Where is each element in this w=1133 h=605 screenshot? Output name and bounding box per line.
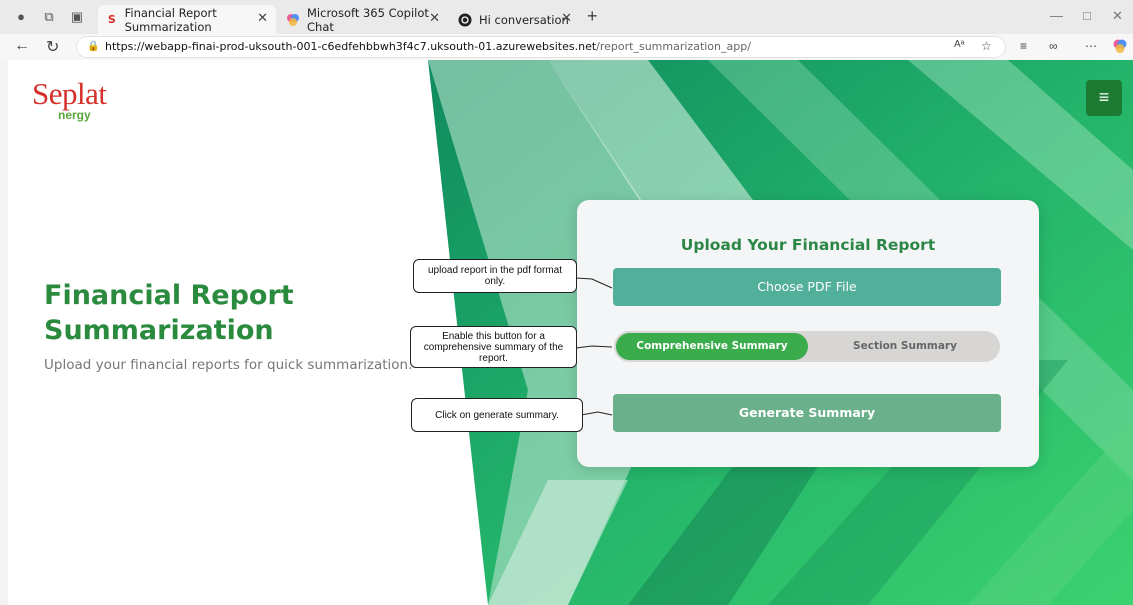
lock-icon: 🔒 (87, 41, 100, 52)
generate-summary-button[interactable]: Generate Summary (613, 394, 1001, 432)
tab-hi-conversation[interactable]: Hi conversation ✕ (450, 5, 580, 34)
close-window-icon[interactable]: ✕ (1112, 8, 1123, 24)
close-tab-icon[interactable]: ✕ (429, 11, 440, 26)
summary-type-toggle: Comprehensive Summary Section Summary (614, 331, 1000, 362)
title-line-1: Financial Report (44, 280, 294, 311)
url-path: /report_summarization_app/ (596, 40, 751, 53)
copilot-icon (286, 13, 300, 27)
tab-title: Hi conversation (479, 12, 569, 27)
web-page: Seplat nergy ≡ Financial Report Summariz… (8, 60, 1133, 605)
logo-text: Seplat (32, 76, 107, 111)
card-title: Upload Your Financial Report (680, 236, 936, 254)
url-host: https://webapp-finai-prod-uksouth-001-c6… (105, 40, 597, 53)
read-aloud-icon[interactable]: Aᵃ (954, 39, 964, 50)
maximize-icon[interactable]: □ (1083, 8, 1091, 23)
url-field[interactable]: 🔒 https://webapp-finai-prod-uksouth-001-… (76, 36, 1006, 58)
logo-subtext: nergy (58, 108, 91, 122)
tab-title: Financial Report Summarization (124, 5, 217, 34)
minimize-icon[interactable]: — (1050, 8, 1063, 23)
seplat-favicon-icon: S (107, 13, 116, 26)
tab-title: Microsoft 365 Copilot Chat (307, 5, 429, 34)
page-subtitle: Upload your financial reports for quick … (44, 357, 413, 373)
callout-upload-hint: upload report in the pdf format only. (413, 259, 577, 293)
comprehensive-summary-option[interactable]: Comprehensive Summary (616, 333, 808, 360)
refresh-icon[interactable]: ↻ (46, 37, 59, 57)
close-tab-icon[interactable]: ✕ (561, 11, 572, 26)
workspaces-icon[interactable]: ⧉ (40, 8, 58, 26)
section-summary-option[interactable]: Section Summary (810, 331, 1000, 362)
upload-card: Upload Your Financial Report Choose PDF … (577, 200, 1039, 467)
profile-icon[interactable]: ● (12, 8, 30, 26)
tab-actions-icon[interactable]: ▣ (68, 8, 86, 26)
back-icon[interactable]: ← (14, 37, 30, 55)
favorites-list-icon[interactable]: ≡ (1020, 39, 1027, 53)
favorite-star-icon[interactable]: ☆ (981, 39, 992, 53)
address-bar-row: ← ↻ 🔒 https://webapp-finai-prod-uksouth-… (0, 34, 1133, 60)
chatgpt-icon (458, 13, 472, 27)
tab-copilot-chat[interactable]: Microsoft 365 Copilot Chat ✕ (278, 5, 448, 34)
callout-generate-hint: Click on generate summary. (411, 398, 583, 432)
more-options-icon[interactable]: ⋯ (1085, 39, 1097, 53)
close-tab-icon[interactable]: ✕ (257, 11, 268, 26)
page-title: Financial Report Summarization (44, 278, 294, 348)
title-line-2: Summarization (44, 315, 274, 346)
tab-financial-report[interactable]: S Financial Report Summarization ✕ (98, 5, 276, 34)
copilot-sidebar-icon[interactable] (1112, 38, 1128, 57)
hamburger-menu-button[interactable]: ≡ (1086, 80, 1122, 116)
callout-comprehensive-hint: Enable this button for a comprehensive s… (410, 326, 577, 368)
browser-tab-bar: ● ⧉ ▣ S Financial Report Summarization ✕… (0, 0, 1133, 34)
choose-pdf-button[interactable]: Choose PDF File (613, 268, 1001, 306)
extensions-icon[interactable]: ∞ (1049, 39, 1058, 53)
new-tab-icon[interactable]: + (587, 6, 598, 27)
seplat-logo: Seplat nergy (32, 76, 107, 122)
